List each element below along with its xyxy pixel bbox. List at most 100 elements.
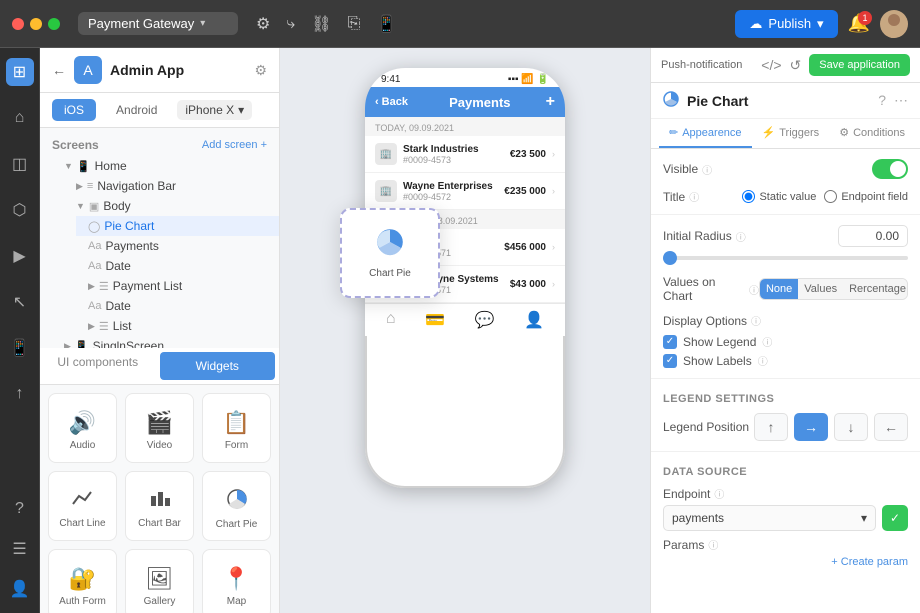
- tree-item-nav[interactable]: ▶ ≡ Navigation Bar: [64, 176, 279, 196]
- help-icon[interactable]: ?: [6, 495, 34, 523]
- chart-pie-overlay[interactable]: Chart Pie: [340, 208, 440, 298]
- cursor-icon[interactable]: ↖: [6, 288, 34, 316]
- device-model-selector[interactable]: iPhone X ▾: [177, 100, 252, 120]
- code-icon[interactable]: </>: [761, 57, 781, 74]
- widget-chart-line[interactable]: Chart Line: [48, 471, 117, 541]
- legend-pos-up[interactable]: ↑: [754, 413, 788, 441]
- tree-item-date2[interactable]: Aa Date: [76, 296, 279, 316]
- tree-item-payments[interactable]: Aa Payments: [76, 236, 279, 256]
- refresh-icon[interactable]: ↺: [790, 57, 802, 74]
- tree-item-home[interactable]: ▼ 📱 Home: [52, 156, 279, 176]
- title-endpoint-radio[interactable]: Endpoint field: [824, 190, 908, 203]
- phone-back-button[interactable]: ‹ Back: [375, 96, 408, 108]
- show-legend-row: ✓ Show Legend ⓘ: [663, 334, 908, 349]
- apps-icon[interactable]: ⊞: [6, 58, 34, 86]
- show-legend-info-icon[interactable]: ⓘ: [762, 334, 772, 349]
- save-application-button[interactable]: Save application: [809, 54, 910, 76]
- show-labels-info-icon[interactable]: ⓘ: [758, 353, 768, 368]
- add-screen-button[interactable]: Add screen +: [202, 139, 267, 151]
- payment-item-2[interactable]: 🏢 Wayne Enterprises #0009-4572 €235 000 …: [365, 173, 565, 210]
- home-icon[interactable]: ⌂: [6, 104, 34, 132]
- traffic-light-green[interactable]: [48, 18, 60, 30]
- endpoint-info-icon[interactable]: ⓘ: [714, 486, 724, 501]
- settings-icon[interactable]: ⚙: [256, 14, 270, 34]
- initial-radius-value[interactable]: 0.00: [838, 225, 908, 247]
- share-icon[interactable]: ⤷: [286, 15, 295, 33]
- endpoint-confirm-button[interactable]: ✓: [882, 505, 908, 531]
- params-info-icon[interactable]: ⓘ: [708, 537, 718, 552]
- visible-info-icon[interactable]: ⓘ: [702, 162, 712, 177]
- app-selector[interactable]: Payment Gateway ▾: [78, 12, 238, 35]
- tree-label-date1: Date: [105, 259, 130, 273]
- tab-ui-components[interactable]: UI components: [40, 348, 156, 384]
- endpoint-label: Endpoint ⓘ: [663, 486, 908, 501]
- widget-chart-pie[interactable]: Chart Pie: [202, 471, 271, 541]
- tree-item-list[interactable]: ▶ ☰ List: [76, 316, 279, 336]
- endpoint-select[interactable]: payments ▾: [663, 505, 876, 531]
- mobile-preview-icon[interactable]: 📱: [6, 334, 34, 362]
- components-icon[interactable]: ⬡: [6, 196, 34, 224]
- publish-button[interactable]: ☁ Publish ▾: [735, 10, 837, 38]
- tree-item-pie-chart[interactable]: ◯ Pie Chart: [76, 216, 279, 236]
- ios-button[interactable]: iOS: [52, 99, 96, 121]
- show-legend-checkbox[interactable]: ✓: [663, 335, 677, 349]
- copy-icon[interactable]: ⎘: [348, 15, 361, 33]
- initial-radius-info-icon[interactable]: ⓘ: [736, 229, 746, 244]
- notification-button[interactable]: 🔔 1: [848, 13, 870, 34]
- widget-video[interactable]: 🎬 Video: [125, 393, 194, 463]
- traffic-light-yellow[interactable]: [30, 18, 42, 30]
- tab-appearance[interactable]: ✏ Appearence: [659, 119, 752, 148]
- widget-auth-form[interactable]: 🔐 Auth Form: [48, 549, 117, 613]
- media-icon[interactable]: ▶: [6, 242, 34, 270]
- show-labels-checkbox[interactable]: ✓: [663, 354, 677, 368]
- traffic-light-red[interactable]: [12, 18, 24, 30]
- widget-gallery[interactable]: 🖼 Gallery: [125, 549, 194, 613]
- tree-item-body[interactable]: ▼ ▣ Body: [64, 196, 279, 216]
- display-options-info-icon[interactable]: ⓘ: [751, 313, 761, 328]
- user-icon[interactable]: 👤: [6, 575, 34, 603]
- legend-pos-left[interactable]: ←: [874, 413, 908, 441]
- widget-audio-label: Audio: [70, 440, 96, 451]
- widget-chart-bar[interactable]: Chart Bar: [125, 471, 194, 541]
- mobile-icon[interactable]: 📱: [376, 14, 396, 34]
- tree-item-singln[interactable]: ▶ 📱 SinglnScreen: [52, 336, 279, 348]
- message-bottom-icon[interactable]: 💬: [475, 310, 495, 330]
- android-button[interactable]: Android: [104, 99, 169, 121]
- values-values-button[interactable]: Values: [798, 279, 843, 299]
- legend-pos-down[interactable]: ↓: [834, 413, 868, 441]
- layers-icon[interactable]: ◫: [6, 150, 34, 178]
- user-avatar[interactable]: [880, 10, 908, 38]
- values-percentage-button[interactable]: Rercentage: [843, 279, 908, 299]
- legend-pos-right[interactable]: →: [794, 413, 828, 441]
- payment-item-1[interactable]: 🏢 Stark Industries #0009-4573 €23 500 ›: [365, 136, 565, 173]
- more-icon[interactable]: ⋯: [894, 92, 908, 109]
- upload-icon[interactable]: ↑: [6, 380, 34, 408]
- widget-audio[interactable]: 🔊 Audio: [48, 393, 117, 463]
- help-icon[interactable]: ?: [878, 92, 886, 109]
- values-info-icon[interactable]: ⓘ: [749, 282, 759, 297]
- tree-item-payment-list[interactable]: ▶ ☰ Payment List: [76, 276, 279, 296]
- link-icon[interactable]: ⛓: [311, 14, 331, 34]
- create-param-button[interactable]: + Create param: [663, 552, 908, 572]
- payment-bottom-icon[interactable]: 💳: [425, 310, 445, 330]
- initial-radius-section: Initial Radius ⓘ 0.00: [663, 225, 908, 265]
- phone-add-button[interactable]: +: [546, 93, 555, 111]
- tree-item-date1[interactable]: Aa Date: [76, 256, 279, 276]
- tab-triggers[interactable]: ⚡ Triggers: [752, 119, 830, 148]
- widget-map[interactable]: 📍 Map: [202, 549, 271, 613]
- visible-toggle[interactable]: [872, 159, 908, 179]
- title-info-icon[interactable]: ⓘ: [689, 189, 699, 204]
- divider-2: [651, 378, 920, 379]
- back-button[interactable]: ←: [52, 62, 66, 78]
- tab-conditions[interactable]: ⚙ Conditions: [829, 119, 915, 148]
- values-none-button[interactable]: None: [760, 279, 798, 299]
- widget-form[interactable]: 📋 Form: [202, 393, 271, 463]
- home-bottom-icon[interactable]: ⌂: [386, 310, 396, 330]
- payment-name-2: Wayne Enterprises: [403, 181, 498, 192]
- settings-icon[interactable]: ⚙: [254, 62, 267, 79]
- user-bottom-icon[interactable]: 👤: [524, 310, 544, 330]
- title-static-radio[interactable]: Static value: [742, 190, 816, 203]
- list-icon[interactable]: ☰: [6, 535, 34, 563]
- initial-radius-slider[interactable]: [663, 256, 908, 260]
- tab-widgets[interactable]: Widgets: [160, 352, 276, 380]
